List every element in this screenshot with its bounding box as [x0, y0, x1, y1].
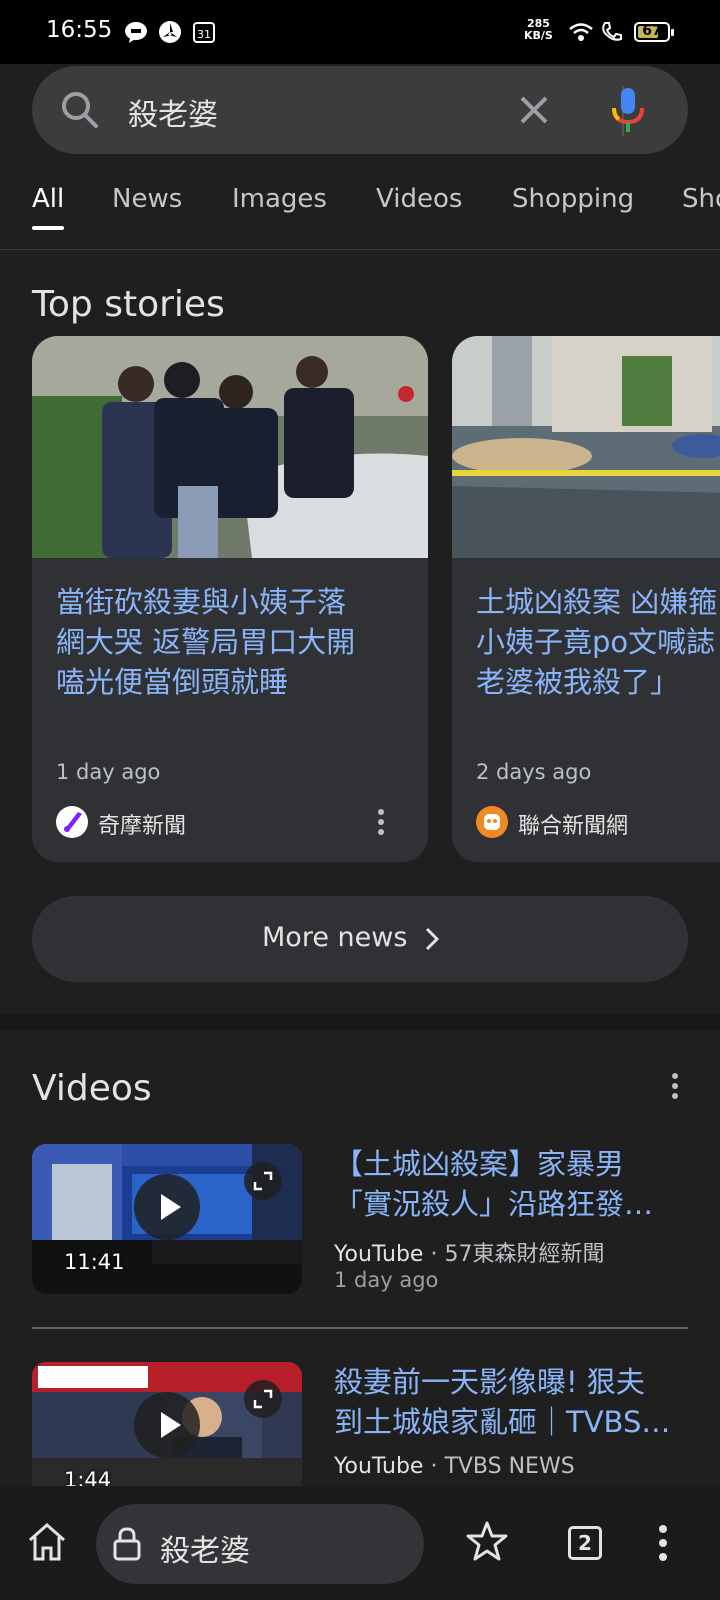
story-image	[452, 336, 720, 558]
video-channel: · 57東森財經新聞	[423, 1242, 605, 1267]
search-tabs: All News Images Videos Shopping Sho	[0, 176, 720, 250]
calendar-icon: 31	[192, 20, 216, 44]
video-duration: 11:41	[64, 1250, 125, 1274]
more-news-button[interactable]: More news	[32, 896, 688, 982]
clear-icon[interactable]	[516, 92, 552, 132]
star-icon[interactable]	[466, 1520, 508, 1566]
line-icon	[124, 20, 148, 44]
video-title[interactable]: 殺妻前一天影像曝! 狠夫	[334, 1362, 688, 1402]
video-source: YouTube · TVBS NEWS	[334, 1454, 575, 1479]
video-title-cont[interactable]: 「實況殺人」沿路狂發…	[334, 1184, 688, 1224]
more-vert-icon[interactable]	[668, 1070, 682, 1106]
tab-shorts[interactable]: Sho	[682, 184, 720, 214]
story-card[interactable]: 土城凶殺案 凶嫌箍 小姨子竟po文喊誌 老婆被我殺了」 2 days ago 聯…	[452, 336, 720, 862]
video-thumbnail[interactable]: 11:41	[32, 1144, 302, 1294]
svg-text:31: 31	[197, 28, 211, 41]
tab-news[interactable]: News	[112, 184, 182, 214]
video-duration: 1:44	[64, 1468, 112, 1486]
story-image	[32, 336, 428, 558]
net-speed: 285 KB/S	[524, 17, 553, 42]
app-icon	[158, 20, 182, 44]
status-time: 16:55	[46, 17, 113, 43]
video-source: YouTube · 57東森財經新聞	[334, 1236, 604, 1268]
status-bar: 16:55 31 285 KB/S 67	[0, 0, 720, 64]
video-result[interactable]: 11:41 【土城凶殺案】家暴男 「實況殺人」沿路狂發… YouTube · 5…	[32, 1144, 688, 1294]
wifi-call-icon	[600, 20, 624, 44]
search-icon	[58, 88, 102, 136]
video-result[interactable]: 1:44 殺妻前一天影像曝! 狠夫 到土城娘家亂砸｜TVBS… YouTube …	[32, 1362, 688, 1486]
video-platform: YouTube	[334, 1242, 424, 1267]
more-news-label: More news	[262, 922, 408, 953]
browser-bottom-bar: 殺老婆 2	[0, 1486, 720, 1600]
lock-icon[interactable]	[112, 1526, 142, 1566]
top-stories-title: Top stories	[32, 284, 225, 325]
top-stories-carousel[interactable]: 當街砍殺妻與小姨子落 網大哭 返警局胃口大開 嗑光便當倒頭就睡 1 day ag…	[0, 336, 720, 864]
more-vert-icon[interactable]	[656, 1524, 670, 1566]
videos-title: Videos	[32, 1068, 152, 1109]
address-text[interactable]: 殺老婆	[160, 1526, 250, 1570]
video-thumbnail[interactable]: 1:44	[32, 1362, 302, 1486]
story-headline[interactable]: 當街砍殺妻與小姨子落 網大哭 返警局胃口大開 嗑光便當倒頭就睡	[56, 582, 406, 702]
section-divider	[0, 1014, 720, 1030]
tab-videos[interactable]: Videos	[376, 184, 462, 214]
search-bar[interactable]: 殺老婆	[32, 66, 688, 154]
story-source: 奇摩新聞	[98, 814, 187, 839]
mic-icon[interactable]	[610, 88, 646, 138]
video-title[interactable]: 【土城凶殺案】家暴男	[334, 1144, 688, 1184]
tab-switcher-button[interactable]: 2	[568, 1526, 602, 1560]
play-icon[interactable]	[134, 1174, 200, 1240]
wifi-icon	[568, 20, 593, 44]
battery-icon: 67	[634, 22, 674, 42]
expand-icon[interactable]	[244, 1162, 282, 1200]
video-divider	[32, 1327, 688, 1329]
chevron-right-icon	[424, 926, 440, 956]
tab-shopping[interactable]: Shopping	[512, 184, 634, 214]
story-card[interactable]: 當街砍殺妻與小姨子落 網大哭 返警局胃口大開 嗑光便當倒頭就睡 1 day ag…	[32, 336, 428, 862]
video-channel: · TVBS NEWS	[423, 1454, 575, 1479]
more-vert-icon[interactable]	[374, 806, 388, 838]
video-title-cont[interactable]: 到土城娘家亂砸｜TVBS…	[334, 1402, 688, 1442]
play-icon[interactable]	[134, 1392, 200, 1458]
tab-all[interactable]: All	[32, 184, 65, 230]
expand-icon[interactable]	[244, 1380, 282, 1418]
udn-logo-icon	[476, 806, 508, 838]
yahoo-logo-icon	[56, 806, 88, 838]
story-age: 1 day ago	[56, 760, 161, 784]
story-age: 2 days ago	[476, 760, 592, 784]
video-age: 1 day ago	[334, 1268, 439, 1292]
address-bar[interactable]: 殺老婆	[96, 1504, 424, 1584]
story-source: 聯合新聞網	[518, 814, 629, 839]
tab-images[interactable]: Images	[232, 184, 327, 214]
story-headline[interactable]: 土城凶殺案 凶嫌箍 小姨子竟po文喊誌 老婆被我殺了」	[476, 582, 720, 702]
home-icon[interactable]	[26, 1522, 68, 1566]
video-platform: YouTube	[334, 1454, 424, 1479]
search-query[interactable]: 殺老婆	[128, 90, 218, 134]
